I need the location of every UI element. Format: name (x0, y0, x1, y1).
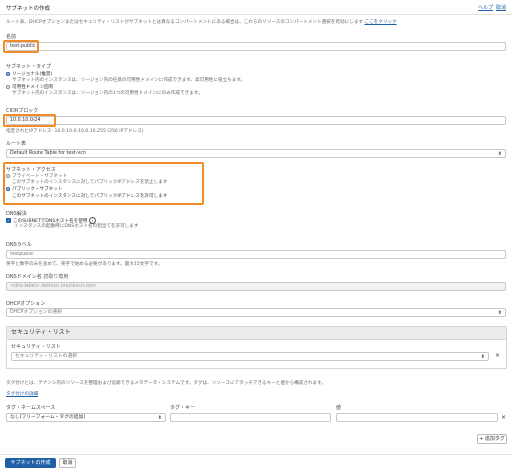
cidr-hint: 指定されたIPアドレス: 10.0.10.0-10.0.10.255 (256 … (6, 129, 144, 134)
chevron-down-icon: ⬍ (497, 151, 502, 157)
intro-text: ルート表、DHCPオプションまたはセキュリティ・リストがサブネットとは異なるコン… (6, 19, 506, 25)
dns-domain-field: <dns-label>.testvcn.oraclevcn.com (6, 282, 506, 291)
create-subnet-button[interactable]: サブネットの作成 (5, 458, 56, 468)
access-label: サブネット・アクセス (6, 167, 56, 173)
private-radio[interactable] (6, 173, 10, 178)
dhcp-value: DHCPオプションの選択 (10, 310, 62, 315)
dns-resolution-label: DNS解決 (6, 211, 27, 217)
header-divider (0, 14, 512, 15)
chevron-down-icon: ⬍ (497, 310, 502, 316)
chevron-down-icon: ⬍ (157, 415, 162, 421)
tag-key-input[interactable] (170, 413, 331, 422)
security-list-label: セキュリティ・リスト (11, 344, 61, 350)
chevron-down-icon: ⬍ (480, 354, 485, 360)
ad-specific-desc: サブネット内のインスタンスは、リージョン内の1つの可用性ドメインにのみ作成できま… (12, 91, 203, 96)
regional-desc: サブネット内のインスタンスは、リージョン内の任意の可用性ドメインに作成できます。… (12, 78, 246, 83)
cidr-highlight (3, 114, 56, 127)
public-desc: このサブネットのインスタンスに対してパブリックIPアドレスを許可します (12, 194, 168, 199)
dialog-title: サブネットの作成 (6, 6, 51, 12)
intro-text-body: ルート表、DHCPオプションまたはセキュリティ・リストがサブネットとは異なるコン… (6, 20, 364, 25)
public-title: パブリック・サブネット (12, 187, 63, 192)
dns-domain-label-text: DNSドメイン名 (6, 274, 42, 280)
cidr-input[interactable]: 10.0.10.0/24 (6, 116, 506, 125)
tag-key-label: タグ・キー (170, 405, 196, 411)
ad-specific-radio[interactable] (6, 84, 10, 89)
security-list-select[interactable]: セキュリティ・リストの選択 ⬍ (11, 352, 489, 361)
remove-tag-icon[interactable]: × (501, 414, 506, 421)
dns-label-hint: 英字と数字のみを含めて、英字で始める必要があります。最大15文字です。 (6, 262, 163, 267)
access-public[interactable]: パブリック・サブネット (6, 186, 62, 192)
readonly-badge: 読取り専用 (43, 274, 69, 280)
security-list-placeholder: セキュリティ・リストの選択 (15, 354, 78, 359)
route-table-value: Default Route Table for test-vcn (10, 151, 86, 156)
dhcp-select[interactable]: DHCPオプションの選択 ⬍ (6, 308, 506, 317)
dhcp-label: DHCPオプション (6, 301, 46, 307)
dns-label-label: DNSラベル (6, 242, 32, 248)
regional-radio[interactable] (6, 71, 10, 76)
name-highlight (3, 40, 39, 53)
tags-description: タグ付けとは、テナンシ内のリソースを整理および追跡できるメタデータ・システムです… (6, 381, 326, 386)
dns-label-input[interactable] (6, 250, 506, 259)
add-tag-button[interactable]: + 追加タグ (477, 434, 507, 444)
header-cancel-link[interactable]: 取消 (496, 4, 506, 11)
help-link[interactable]: ヘルプ (478, 4, 493, 11)
public-radio[interactable] (6, 186, 10, 191)
route-table-select[interactable]: Default Route Table for test-vcn ⬍ (6, 149, 506, 158)
name-input[interactable]: test-public (6, 42, 506, 51)
tag-namespace-value: なし(フリーフォーム・タグの追加) (10, 415, 86, 420)
dns-checkbox[interactable]: ✓ (6, 218, 11, 223)
tag-value-input[interactable] (336, 413, 498, 422)
tag-value-label: 値 (336, 405, 342, 411)
tags-learn-more-link[interactable]: タグ付けの詳細 (6, 391, 38, 397)
name-label: 名前 (6, 34, 17, 40)
route-table-label: ルート表 (6, 141, 27, 147)
subnet-type-label: サブネット・タイプ (6, 64, 52, 70)
footer-divider (0, 454, 512, 455)
compartment-select-link[interactable]: ここをクリック (364, 20, 396, 25)
tag-namespace-label: タグ・ネームスペース (6, 405, 56, 411)
cancel-button[interactable]: 取消 (59, 458, 76, 468)
dns-domain-label: DNSドメイン名 読取り専用 (6, 273, 68, 280)
dns-checkbox-desc: インスタンスの起動時にDNSホスト名の割当てを許可します (14, 224, 139, 229)
cidr-label: CIDRブロック (6, 108, 39, 114)
remove-security-list-icon[interactable]: × (495, 352, 500, 359)
private-desc: このサブネットのインスタンスに対してパブリックIPアドレスを禁止します (12, 180, 168, 185)
tag-namespace-select[interactable]: なし(フリーフォーム・タグの追加) ⬍ (6, 413, 166, 422)
security-list-panel: セキュリティ・リスト (6, 326, 507, 369)
security-list-header: セキュリティ・リスト (7, 327, 506, 340)
